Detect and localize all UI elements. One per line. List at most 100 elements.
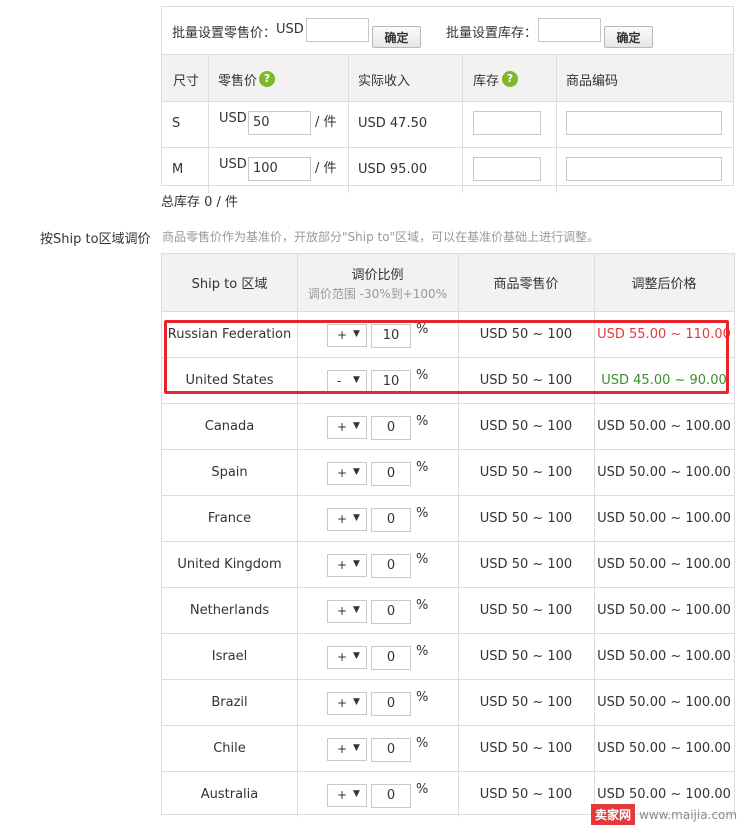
region-header-row: Ship to 区域 调价比例 调价范围 -30%到+100% 商品零售价 调整… <box>162 254 734 311</box>
sku-income: USD 47.50 <box>358 116 428 131</box>
ratio-controls: + ▼ 0% <box>297 634 458 679</box>
sku-stock-input[interactable] <box>473 111 541 135</box>
sku-code-input[interactable] <box>566 157 722 181</box>
header-stock: 库存 <box>473 74 500 89</box>
region-base-price: USD 50 ~ 100 <box>479 511 573 526</box>
ratio-percent-input[interactable]: 0 <box>371 508 411 532</box>
ratio-controls: + ▼ 0% <box>297 542 458 587</box>
ratio-sign-select[interactable]: + ▼ <box>327 554 367 577</box>
region-base-price: USD 50 ~ 100 <box>479 787 573 802</box>
region-name: Israel <box>211 649 248 664</box>
sku-stock-input[interactable] <box>473 157 541 181</box>
sku-size: S <box>172 116 181 131</box>
batch-price-input[interactable] <box>306 18 369 42</box>
sku-price-input[interactable]: 100 <box>248 157 311 181</box>
region-adjusted-price: USD 50.00 ~ 100.00 <box>597 603 731 618</box>
region-base-price: USD 50 ~ 100 <box>479 649 573 664</box>
total-stock-text: 总库存 0 / 件 <box>161 195 239 210</box>
sku-code-input[interactable] <box>566 111 722 135</box>
ratio-sign-value: + <box>337 696 348 710</box>
ratio-sign-select[interactable]: + ▼ <box>327 692 367 715</box>
region-name: France <box>207 511 252 526</box>
percent-sign: % <box>416 690 429 705</box>
ratio-controls: + ▼ 0% <box>297 450 458 495</box>
ratio-sign-value: + <box>337 604 348 618</box>
batch-price-confirm-button[interactable]: 确定 <box>372 26 421 48</box>
ratio-sign-value: + <box>337 742 348 756</box>
region-adjusted-price: USD 50.00 ~ 100.00 <box>597 511 731 526</box>
ratio-percent-input[interactable]: 0 <box>371 416 411 440</box>
sku-income: USD 95.00 <box>358 162 428 177</box>
ratio-sign-value: + <box>337 788 348 802</box>
batch-stock-label: 批量设置库存： <box>446 26 538 41</box>
ratio-sign-select[interactable]: + ▼ <box>327 600 367 623</box>
sku-price-input[interactable]: 50 <box>248 111 311 135</box>
region-adjusted-price: USD 50.00 ~ 100.00 <box>597 741 731 756</box>
ratio-sign-select[interactable]: + ▼ <box>327 784 367 807</box>
region-base-price: USD 50 ~ 100 <box>479 741 573 756</box>
region-name: Australia <box>200 787 259 802</box>
per-unit-label: / 件 <box>315 115 337 130</box>
sku-currency: USD <box>219 111 247 126</box>
help-icon[interactable]: ? <box>502 71 518 87</box>
region-adjusted-price: USD 50.00 ~ 100.00 <box>597 695 731 710</box>
region-row: Canada + ▼ 0% USD 50 ~ 100 USD 50.00 ~ 100.00 <box>162 403 734 449</box>
region-adjusted-price: USD 50.00 ~ 100.00 <box>597 649 731 664</box>
region-name: Spain <box>211 465 248 480</box>
region-row: Spain + ▼ 0% USD 50 ~ 100 USD 50.00 ~ 100.00 <box>162 449 734 495</box>
sku-size: M <box>172 162 184 177</box>
ratio-controls: + ▼ 0% <box>297 404 458 449</box>
ratio-controls: + ▼ 0% <box>297 588 458 633</box>
ratio-percent-input[interactable]: 0 <box>371 462 411 486</box>
percent-sign: % <box>416 598 429 613</box>
ratio-controls: + ▼ 0% <box>297 496 458 541</box>
region-name: Canada <box>204 419 255 434</box>
region-row: Chile + ▼ 0% USD 50 ~ 100 USD 50.00 ~ 100.00 <box>162 725 734 771</box>
header-size: 尺寸 <box>173 74 200 89</box>
region-name: United Kingdom <box>177 557 282 572</box>
region-name: Netherlands <box>189 603 270 618</box>
ratio-sign-select[interactable]: + ▼ <box>327 462 367 485</box>
region-base-price: USD 50 ~ 100 <box>479 419 573 434</box>
region-name: Brazil <box>211 695 248 710</box>
per-unit-label: / 件 <box>315 161 337 176</box>
region-row: Israel + ▼ 0% USD 50 ~ 100 USD 50.00 ~ 100.00 <box>162 633 734 679</box>
chevron-down-icon: ▼ <box>353 467 360 477</box>
ratio-percent-input[interactable]: 0 <box>371 646 411 670</box>
chevron-down-icon: ▼ <box>353 513 360 523</box>
ratio-percent-input[interactable]: 0 <box>371 784 411 808</box>
batch-stock-confirm-button[interactable]: 确定 <box>604 26 653 48</box>
region-row: United Kingdom + ▼ 0% USD 50 ~ 100 USD 50.00 … <box>162 541 734 587</box>
header-adjusted-price: 调整后价格 <box>631 277 697 292</box>
ratio-percent-input[interactable]: 0 <box>371 738 411 762</box>
chevron-down-icon: ▼ <box>353 789 360 799</box>
ratio-percent-input[interactable]: 0 <box>371 692 411 716</box>
sku-header-row: 尺寸 零售价 ? 实际收入 库存 ? 商品编码 <box>162 54 733 101</box>
ratio-controls: + ▼ 0% <box>297 726 458 771</box>
chevron-down-icon: ▼ <box>353 559 360 569</box>
ratio-sign-value: + <box>337 466 348 480</box>
help-icon[interactable]: ? <box>259 71 275 87</box>
header-ratio-range: 调价范围 -30%到+100% <box>307 286 448 301</box>
ratio-sign-select[interactable]: + ▼ <box>327 508 367 531</box>
percent-sign: % <box>416 644 429 659</box>
highlight-annotation <box>164 320 729 394</box>
ratio-sign-select[interactable]: + ▼ <box>327 416 367 439</box>
percent-sign: % <box>416 414 429 429</box>
region-pricing-label: 按Ship to区域调价 <box>40 232 151 247</box>
ratio-controls: + ▼ 0% <box>297 680 458 725</box>
ratio-sign-select[interactable]: + ▼ <box>327 646 367 669</box>
chevron-down-icon: ▼ <box>353 697 360 707</box>
region-row: Brazil + ▼ 0% USD 50 ~ 100 USD 50.00 ~ 100.00 <box>162 679 734 725</box>
sku-row: M USD 100 / 件 USD 95.00 <box>162 147 733 193</box>
region-adjusted-price: USD 50.00 ~ 100.00 <box>597 419 731 434</box>
batch-stock-input[interactable] <box>538 18 601 42</box>
header-base-price: 商品零售价 <box>493 277 559 292</box>
ratio-percent-input[interactable]: 0 <box>371 600 411 624</box>
region-base-price: USD 50 ~ 100 <box>479 465 573 480</box>
chevron-down-icon: ▼ <box>353 743 360 753</box>
ratio-controls: + ▼ 0% <box>297 772 458 817</box>
ratio-sign-select[interactable]: + ▼ <box>327 738 367 761</box>
ratio-percent-input[interactable]: 0 <box>371 554 411 578</box>
percent-sign: % <box>416 460 429 475</box>
